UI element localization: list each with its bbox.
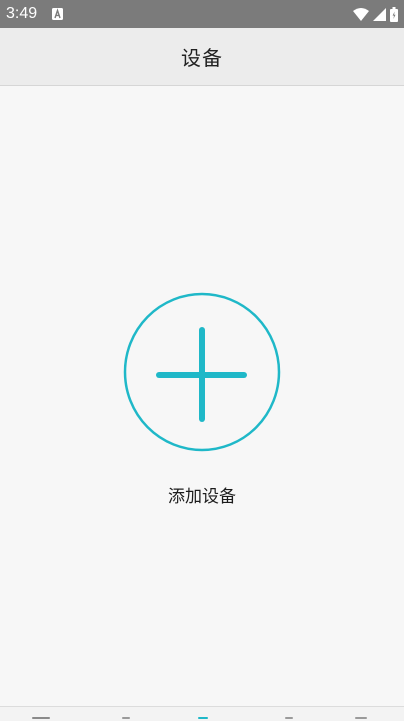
- nav-tab-5[interactable]: [350, 717, 372, 721]
- add-device-label[interactable]: 添加设备: [0, 482, 404, 507]
- nav-tab-4[interactable]: [278, 717, 300, 721]
- nav-tab-2[interactable]: [115, 717, 137, 721]
- add-device-button[interactable]: [123, 292, 281, 452]
- top-app-bar: 设备: [0, 28, 404, 86]
- battery-icon: [390, 6, 398, 22]
- page-title: 设备: [181, 46, 223, 70]
- status-icons: [353, 6, 398, 22]
- plus-circle-icon: [123, 292, 281, 452]
- status-bar: 3:49: [0, 0, 404, 28]
- nav-tab-1[interactable]: [30, 717, 52, 721]
- bottom-navigation: [0, 706, 404, 721]
- notification-a-icon: [52, 8, 63, 20]
- status-time: 3:49: [6, 5, 38, 22]
- cell-signal-icon: [373, 7, 386, 21]
- nav-tab-3-active[interactable]: [192, 717, 214, 721]
- wifi-icon: [353, 7, 369, 21]
